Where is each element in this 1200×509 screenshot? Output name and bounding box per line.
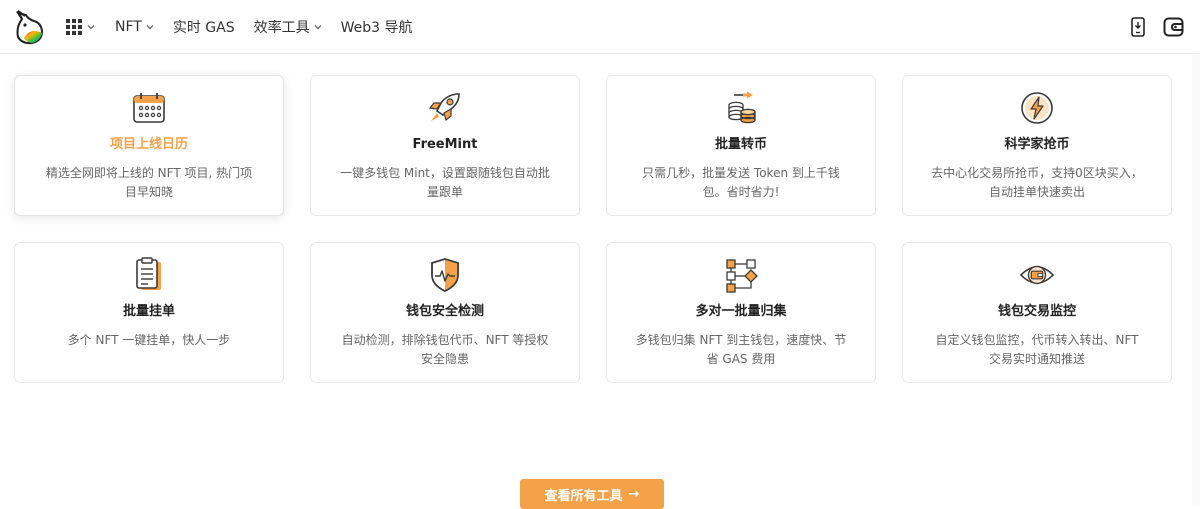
- phone-download-icon[interactable]: [1126, 15, 1150, 39]
- nav-item-tools[interactable]: 效率工具: [254, 17, 322, 37]
- nav-item-label: Web3 导航: [340, 20, 413, 36]
- tool-card-wallet-monitor[interactable]: 钱包交易监控 自定义钱包监控，代币转入转出、NFT 交易实时通知推送: [902, 242, 1172, 383]
- nav-item-gas[interactable]: 实时 GAS: [173, 17, 235, 37]
- shield-icon: [427, 257, 463, 293]
- nav-item-label: NFT: [115, 19, 142, 35]
- tool-description: 只需几秒，批量发送 Token 到上千钱包。省时省力!: [642, 166, 840, 199]
- chevron-down-icon: [314, 25, 322, 30]
- tool-card-sniper[interactable]: 科学家抢币 去中心化交易所抢币，支持0区块买入，自动挂单快速卖出: [902, 75, 1172, 216]
- eye-wallet-icon: [1019, 257, 1055, 293]
- tool-card-batch-listing[interactable]: 批量挂单 多个 NFT 一键挂单，快人一步: [14, 242, 284, 383]
- tool-card-wallet-security[interactable]: 钱包安全检测 自动检测，排除钱包代币、NFT 等授权安全隐患: [310, 242, 580, 383]
- tool-description: 一键多钱包 Mint，设置跟随钱包自动批量跟单: [340, 166, 550, 199]
- tool-description: 精选全网即将上线的 NFT 项目, 热门项目早知晓: [45, 166, 253, 199]
- tool-title: 多对一批量归集: [695, 304, 787, 319]
- apps-menu-button[interactable]: [66, 19, 95, 35]
- nav-item-web3[interactable]: Web3 导航: [341, 17, 413, 37]
- tool-card-calendar[interactable]: 项目上线日历 精选全网即将上线的 NFT 项目, 热门项目早知晓: [14, 75, 284, 216]
- tool-card-freemint[interactable]: FreeMint 一键多钱包 Mint，设置跟随钱包自动批量跟单: [310, 75, 580, 216]
- header-actions: [1114, 15, 1186, 39]
- rocket-icon: [427, 90, 463, 126]
- tool-title: 批量转币: [714, 137, 767, 152]
- tool-description: 去中心化交易所抢币，支持0区块买入，自动挂单快速卖出: [931, 166, 1143, 199]
- grid-icon: [66, 19, 82, 35]
- lightning-icon: [1019, 90, 1055, 126]
- tool-card-batch-collect[interactable]: 多对一批量归集 多钱包归集 NFT 到主钱包，速度快、节省 GAS 费用: [606, 242, 876, 383]
- chevron-down-icon: [146, 25, 154, 30]
- logo[interactable]: [12, 9, 46, 45]
- nav-item-label: 效率工具: [253, 20, 310, 36]
- tool-title: 钱包安全检测: [405, 304, 484, 319]
- tool-title: 科学家抢币: [1004, 137, 1070, 152]
- chevron-down-icon: [87, 25, 95, 30]
- top-navbar: NFT 实时 GAS 效率工具 Web3 导航: [0, 0, 1200, 54]
- wallet-icon[interactable]: [1162, 15, 1186, 39]
- coins-transfer-icon: [723, 90, 759, 126]
- main-nav: NFT 实时 GAS 效率工具 Web3 导航: [66, 0, 432, 54]
- tool-title: 钱包交易监控: [997, 304, 1076, 319]
- tool-description: 自动检测，排除钱包代币、NFT 等授权安全隐患: [341, 333, 549, 366]
- tool-description: 自定义钱包监控，代币转入转出、NFT 交易实时通知推送: [935, 333, 1139, 366]
- arrow-right-icon: →: [628, 486, 640, 502]
- view-all-tools-button[interactable]: 查看所有工具 →: [520, 479, 664, 509]
- flow-icon: [723, 257, 759, 293]
- tool-description: 多个 NFT 一键挂单，快人一步: [67, 333, 231, 347]
- tool-description: 多钱包归集 NFT 到主钱包，速度快、节省 GAS 费用: [635, 333, 847, 366]
- tool-title: FreeMint: [412, 137, 478, 152]
- calendar-icon: [131, 90, 167, 126]
- tools-grid: 项目上线日历 精选全网即将上线的 NFT 项目, 热门项目早知晓 FreeMin…: [14, 75, 1172, 383]
- nav-item-nft[interactable]: NFT: [115, 19, 154, 35]
- tool-card-batch-transfer[interactable]: 批量转币 只需几秒，批量发送 Token 到上千钱包。省时省力!: [606, 75, 876, 216]
- tool-title: 项目上线日历: [109, 137, 188, 152]
- tool-title: 批量挂单: [122, 304, 175, 319]
- view-all-tools-label: 查看所有工具: [544, 488, 623, 504]
- clipboard-icon: [131, 257, 167, 293]
- nav-item-label: 实时 GAS: [172, 20, 235, 36]
- page-scrollbar[interactable]: [1192, 54, 1200, 506]
